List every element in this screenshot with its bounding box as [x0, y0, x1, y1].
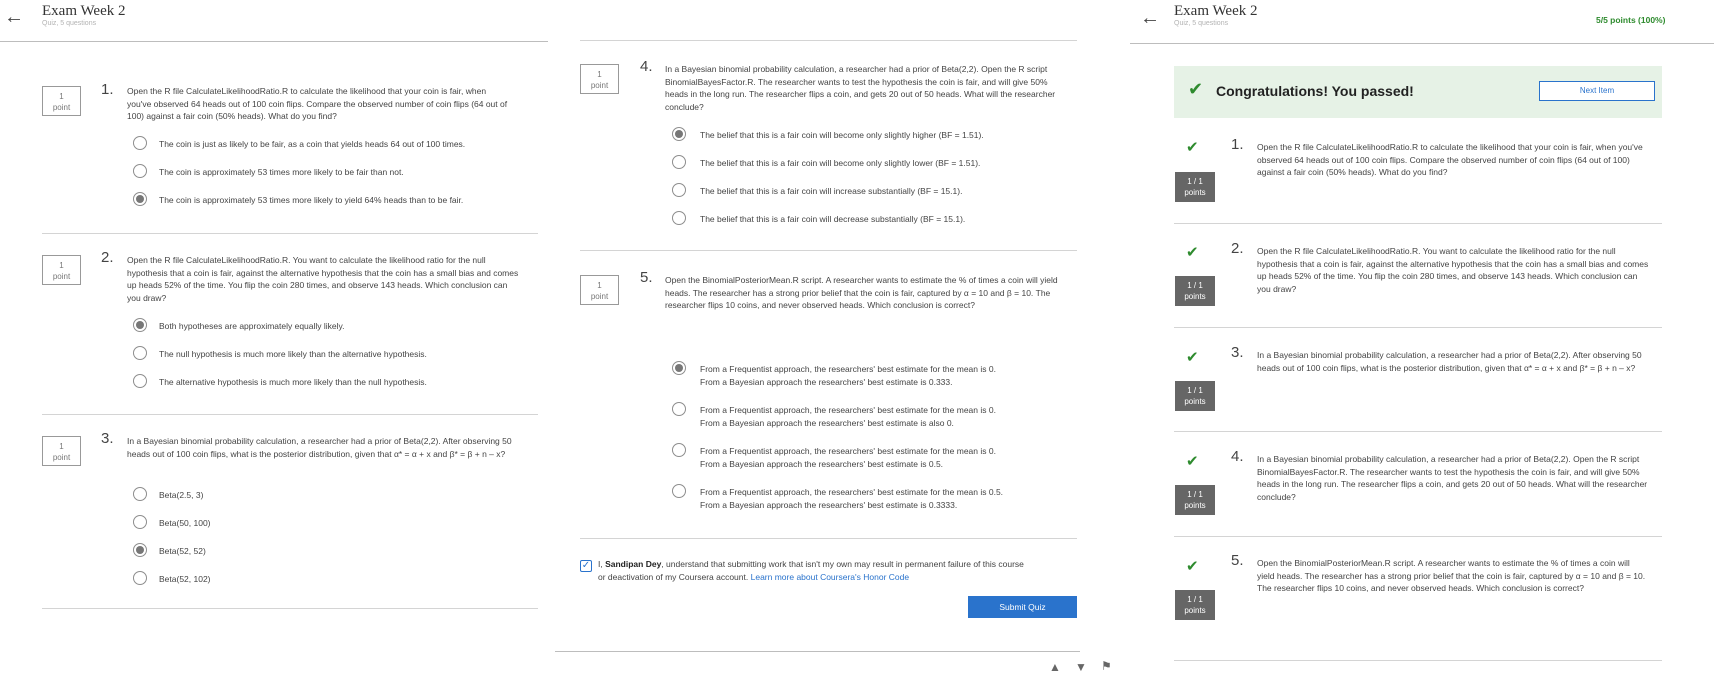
radio-button[interactable]: [133, 164, 147, 178]
radio-button[interactable]: [672, 183, 686, 197]
divider: [580, 538, 1077, 539]
checkmark-icon: ✔: [1186, 453, 1199, 470]
radio-button-selected[interactable]: [672, 127, 686, 141]
honor-code-statement: I, Sandipan Dey, understand that submitt…: [598, 559, 1024, 582]
thumbs-up-icon[interactable]: ▲: [1049, 660, 1061, 674]
question-number: 5.: [1231, 552, 1244, 569]
submit-quiz-button[interactable]: Submit Quiz: [968, 596, 1077, 618]
page-title: Exam Week 2: [1174, 3, 1258, 19]
question-text: Open the R file CalculateLikelihoodRatio…: [127, 255, 519, 303]
question-number: 1.: [101, 81, 114, 98]
question-number: 2.: [101, 249, 114, 266]
back-arrow-icon[interactable]: ←: [1140, 7, 1160, 30]
divider: [1174, 223, 1662, 224]
checkmark-icon: ✔: [1186, 244, 1199, 261]
score-badge: 1 / 1 points: [1175, 485, 1215, 515]
question-text: In a Bayesian binomial probability calcu…: [127, 436, 512, 459]
radio-button[interactable]: [672, 484, 686, 498]
radio-button[interactable]: [133, 374, 147, 388]
results-header: ← Exam Week 2 Quiz, 5 questions 5/5 poin…: [1130, 0, 1714, 44]
radio-button[interactable]: [672, 443, 686, 457]
user-name: Sandipan Dey: [605, 559, 662, 569]
radio-button[interactable]: [133, 346, 147, 360]
question-number: 5.: [640, 269, 653, 286]
score-summary: 5/5 points (100%): [1596, 15, 1666, 25]
question-number: 1.: [1231, 136, 1244, 153]
checkmark-icon: ✔: [1186, 349, 1199, 366]
passed-banner: ✔ Congratulations! You passed! Next Item: [1174, 66, 1662, 118]
question-number: 2.: [1231, 240, 1244, 257]
divider: [42, 233, 538, 234]
points-box: 1 point: [580, 64, 619, 94]
radio-button-selected[interactable]: [133, 192, 147, 206]
checkmark-icon: ✔: [1186, 558, 1199, 575]
radio-button[interactable]: [672, 155, 686, 169]
question-text: In a Bayesian binomial probability calcu…: [665, 64, 1056, 112]
checkmark-icon: ✔: [1188, 79, 1204, 99]
radio-button[interactable]: [672, 211, 686, 225]
question-text: Open the R file CalculateLikelihoodRatio…: [127, 86, 508, 121]
divider: [42, 414, 538, 415]
page-title: Exam Week 2: [42, 3, 126, 19]
radio-button-selected[interactable]: [672, 361, 686, 375]
score-badge: 1 / 1 points: [1175, 276, 1215, 306]
divider: [1174, 327, 1662, 328]
question-number: 3.: [101, 430, 114, 447]
page-subtitle: Quiz, 5 questions: [42, 20, 97, 27]
divider: [1174, 660, 1662, 661]
quiz-results-panel: ← Exam Week 2 Quiz, 5 questions 5/5 poin…: [1130, 0, 1714, 679]
question-text: Open the BinomialPosteriorMean.R script.…: [1257, 558, 1646, 593]
divider: [1174, 536, 1662, 537]
points-box: 1 point: [42, 436, 81, 466]
divider: [580, 250, 1077, 251]
honor-code-checkbox[interactable]: ✓: [580, 560, 592, 572]
score-badge: 1 / 1 points: [1175, 381, 1215, 411]
points-box: 1 point: [580, 275, 619, 305]
radio-button-selected[interactable]: [133, 543, 147, 557]
divider: [42, 608, 538, 609]
question-number: 4.: [640, 58, 653, 75]
question-text: Open the R file CalculateLikelihoodRatio…: [1257, 246, 1649, 294]
points-box: 1 point: [42, 255, 81, 285]
question-number: 3.: [1231, 344, 1244, 361]
divider: [580, 40, 1077, 41]
radio-button[interactable]: [133, 571, 147, 585]
radio-button-selected[interactable]: [133, 318, 147, 332]
next-item-button[interactable]: Next Item: [1539, 81, 1655, 101]
quiz-panel-left: ← Exam Week 2 Quiz, 5 questions 1 point …: [0, 0, 548, 679]
divider: [1174, 431, 1662, 432]
question-text: In a Bayesian binomial probability calcu…: [1257, 350, 1642, 373]
score-badge: 1 / 1 points: [1175, 590, 1215, 620]
quiz-header: ← Exam Week 2 Quiz, 5 questions: [0, 0, 548, 42]
radio-button[interactable]: [133, 487, 147, 501]
back-arrow-icon[interactable]: ←: [4, 6, 24, 29]
thumbs-down-icon[interactable]: ▼: [1075, 660, 1087, 674]
checkmark-icon: ✔: [1186, 139, 1199, 156]
question-number: 4.: [1231, 448, 1244, 465]
question-text: Open the BinomialPosteriorMean.R script.…: [665, 275, 1058, 310]
passed-message: Congratulations! You passed!: [1216, 83, 1414, 99]
question-text: Open the R file CalculateLikelihoodRatio…: [1257, 142, 1643, 177]
radio-button[interactable]: [672, 402, 686, 416]
score-badge: 1 / 1 points: [1175, 172, 1215, 202]
honor-code-link[interactable]: Learn more about Coursera's Honor Code: [751, 572, 910, 582]
radio-button[interactable]: [133, 136, 147, 150]
radio-button[interactable]: [133, 515, 147, 529]
quiz-panel-middle: 1 point 4. In a Bayesian binomial probab…: [555, 0, 1112, 679]
question-text: In a Bayesian binomial probability calcu…: [1257, 454, 1648, 502]
points-box: 1 point: [42, 86, 81, 116]
divider: [555, 651, 1080, 652]
page-subtitle: Quiz, 5 questions: [1174, 20, 1229, 27]
flag-icon[interactable]: ⚑: [1101, 659, 1112, 673]
